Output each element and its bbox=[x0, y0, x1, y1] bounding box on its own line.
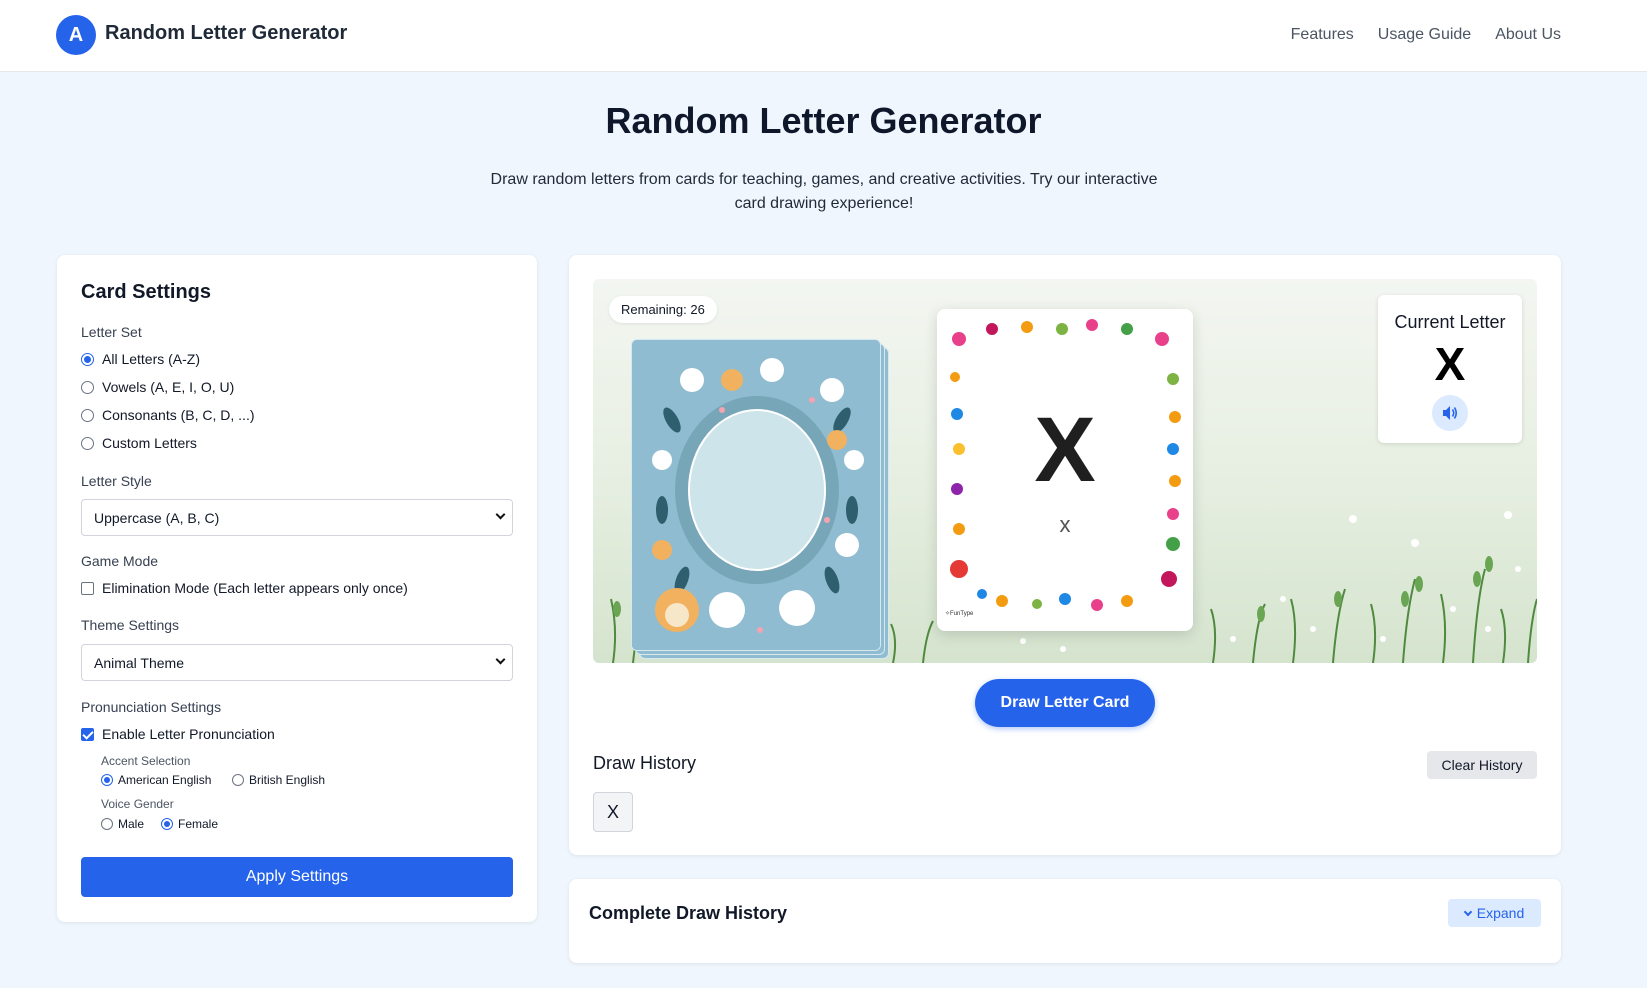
top-navbar: A Random Letter Generator Features Usage… bbox=[0, 0, 1647, 72]
expand-label: Expand bbox=[1476, 905, 1525, 921]
option-label: Consonants (B, C, D, ...) bbox=[102, 407, 255, 423]
letter-set-custom-option[interactable]: Custom Letters bbox=[81, 435, 197, 451]
letter-set-consonants-option[interactable]: Consonants (B, C, D, ...) bbox=[81, 407, 255, 423]
option-label: Enable Letter Pronunciation bbox=[102, 726, 275, 742]
page-title: Random Letter Generator bbox=[605, 100, 1042, 141]
accent-american-option[interactable]: American English bbox=[101, 773, 211, 787]
card-settings-panel: Card Settings Letter Set All Letters (A-… bbox=[57, 255, 537, 922]
accent-british-radio[interactable] bbox=[232, 774, 244, 786]
letter-style-select[interactable]: Uppercase (A, B, C) bbox=[81, 499, 513, 536]
speaker-icon bbox=[1443, 406, 1458, 420]
card-uppercase-letter: X bbox=[1034, 399, 1096, 501]
card-deck[interactable] bbox=[631, 339, 891, 661]
clear-history-button[interactable]: Clear History bbox=[1427, 751, 1537, 779]
letter-set-all-radio[interactable] bbox=[81, 352, 94, 366]
elimination-mode-option[interactable]: Elimination Mode (Each letter appears on… bbox=[81, 580, 408, 596]
logo-icon[interactable]: A bbox=[56, 15, 96, 55]
game-mode-label: Game Mode bbox=[81, 553, 159, 569]
nav-about-us[interactable]: About Us bbox=[1495, 26, 1561, 44]
current-letter-title: Current Letter bbox=[1394, 312, 1506, 332]
chevron-down-icon bbox=[495, 654, 506, 665]
current-letter-value: X bbox=[1434, 338, 1466, 390]
draw-letter-card-button[interactable]: Draw Letter Card bbox=[975, 679, 1155, 727]
theme-value: Animal Theme bbox=[94, 654, 185, 671]
voice-gender-label: Voice Gender bbox=[101, 797, 174, 811]
accent-british-option[interactable]: British English bbox=[232, 773, 325, 787]
letter-style-value: Uppercase (A, B, C) bbox=[94, 509, 220, 526]
letter-set-consonants-radio[interactable] bbox=[81, 408, 94, 422]
accent-selection-label: Accent Selection bbox=[101, 754, 191, 768]
brand-title[interactable]: Random Letter Generator bbox=[105, 22, 347, 45]
gender-male-option[interactable]: Male bbox=[101, 817, 144, 831]
gender-male-radio[interactable] bbox=[101, 818, 113, 830]
page-subtitle: Draw random letters from cards for teach… bbox=[490, 171, 1158, 212]
option-label: Custom Letters bbox=[102, 435, 197, 451]
draw-history-title: Draw History bbox=[593, 753, 697, 773]
complete-history-title: Complete Draw History bbox=[589, 903, 788, 923]
letter-set-all-option[interactable]: All Letters (A-Z) bbox=[81, 351, 200, 367]
main-nav: Features Usage Guide About Us bbox=[1291, 26, 1561, 44]
animal-wreath-illustration bbox=[632, 340, 880, 650]
complete-draw-history-panel: Complete Draw History Expand bbox=[569, 879, 1561, 963]
theme-settings-label: Theme Settings bbox=[81, 617, 180, 633]
option-label: Elimination Mode (Each letter appears on… bbox=[102, 580, 408, 596]
settings-title: Card Settings bbox=[81, 281, 212, 303]
chevron-down-icon bbox=[495, 509, 506, 520]
pronunciation-settings-label: Pronunciation Settings bbox=[81, 699, 222, 715]
option-label: Vowels (A, E, I, O, U) bbox=[102, 379, 235, 395]
apply-settings-button[interactable]: Apply Settings bbox=[81, 857, 513, 897]
gender-female-option[interactable]: Female bbox=[161, 817, 218, 831]
card-lowercase-letter: x bbox=[1059, 512, 1071, 537]
card-table-scene: Remaining: 26 X x ✧FunType Current Lette… bbox=[593, 279, 1537, 663]
theme-select[interactable]: Animal Theme bbox=[81, 644, 513, 681]
speaker-button[interactable] bbox=[1432, 395, 1468, 431]
letter-style-label: Letter Style bbox=[81, 473, 152, 489]
card-game-panel: Remaining: 26 X x ✧FunType Current Lette… bbox=[569, 255, 1561, 855]
elimination-mode-checkbox[interactable] bbox=[81, 581, 94, 595]
remaining-counter: Remaining: 26 bbox=[609, 296, 717, 323]
history-item: X bbox=[593, 792, 633, 832]
accent-american-radio[interactable] bbox=[101, 774, 113, 786]
current-letter-box: Current Letter X bbox=[1378, 295, 1522, 443]
drawn-letter-card[interactable]: X x ✧FunType bbox=[937, 309, 1193, 631]
letter-set-vowels-option[interactable]: Vowels (A, E, I, O, U) bbox=[81, 379, 234, 395]
option-label: Male bbox=[118, 817, 145, 831]
nav-usage-guide[interactable]: Usage Guide bbox=[1378, 26, 1471, 44]
nav-features[interactable]: Features bbox=[1291, 26, 1354, 44]
option-label: Female bbox=[178, 817, 219, 831]
gender-female-radio[interactable] bbox=[161, 818, 173, 830]
chevron-down-icon bbox=[1463, 907, 1472, 916]
letter-set-custom-radio[interactable] bbox=[81, 436, 94, 450]
option-label: British English bbox=[249, 773, 326, 787]
enable-pronunciation-checkbox[interactable] bbox=[81, 727, 94, 741]
expand-button[interactable]: Expand bbox=[1448, 899, 1541, 927]
letter-set-label: Letter Set bbox=[81, 324, 142, 340]
option-label: American English bbox=[118, 773, 212, 787]
letter-set-vowels-radio[interactable] bbox=[81, 380, 94, 394]
option-label: All Letters (A-Z) bbox=[102, 351, 201, 367]
card-brand-mark: ✧FunType bbox=[945, 611, 974, 617]
enable-pronunciation-option[interactable]: Enable Letter Pronunciation bbox=[81, 726, 275, 742]
deck-top-card bbox=[631, 339, 881, 651]
